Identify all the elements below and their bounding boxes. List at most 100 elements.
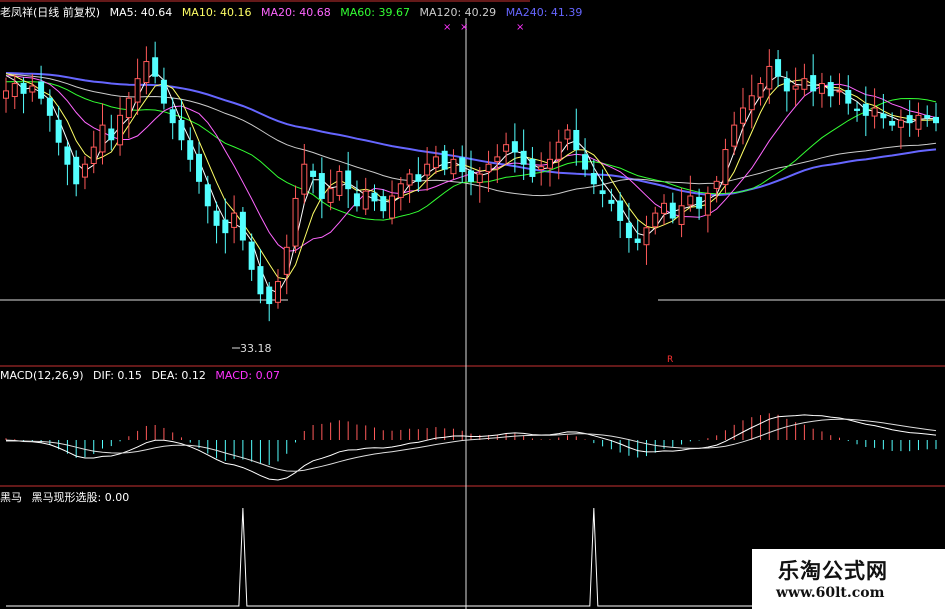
candle-body bbox=[748, 95, 755, 111]
macd-histogram bbox=[5, 413, 937, 481]
candle-body bbox=[643, 227, 650, 246]
candle-body bbox=[362, 190, 369, 210]
candle-body bbox=[274, 281, 281, 303]
price-panel-header: 老凤祥(日线 前复权) MA5: 40.64 MA10: 40.16 MA20:… bbox=[0, 4, 588, 20]
ma20-label: MA20: 40.68 bbox=[261, 6, 331, 19]
candle-body bbox=[196, 153, 203, 182]
candle-body bbox=[582, 154, 589, 170]
candle-body bbox=[696, 196, 703, 209]
candle-body bbox=[248, 241, 255, 270]
candle-body bbox=[722, 149, 729, 186]
candle-body bbox=[90, 146, 97, 164]
candle-body bbox=[432, 156, 439, 169]
candle-body bbox=[546, 158, 553, 169]
candle-body bbox=[468, 170, 474, 182]
candle-body bbox=[661, 202, 668, 214]
candle-body bbox=[906, 115, 913, 124]
candle-body bbox=[143, 61, 150, 84]
candle-body bbox=[801, 78, 808, 90]
candle-body bbox=[169, 109, 176, 124]
candle-body bbox=[915, 114, 922, 130]
candle-body bbox=[757, 83, 764, 98]
candle-body bbox=[503, 144, 510, 152]
signal-indicator-label: 黑马现形选股: 0.00 bbox=[31, 491, 130, 504]
candle-body bbox=[687, 195, 694, 206]
candle-body bbox=[125, 97, 132, 119]
candle-body bbox=[924, 115, 931, 119]
candle-body bbox=[538, 166, 545, 171]
candle-body bbox=[450, 158, 457, 175]
candle-body bbox=[731, 124, 738, 147]
candle-body bbox=[415, 174, 422, 182]
candle-body bbox=[775, 59, 782, 77]
candlesticks bbox=[3, 41, 939, 322]
signal-name: 黑马 bbox=[0, 491, 22, 504]
candle-body bbox=[485, 163, 492, 173]
candle-body bbox=[511, 141, 518, 153]
candle-body bbox=[933, 116, 939, 124]
candle-body bbox=[3, 90, 9, 99]
candle-body bbox=[239, 211, 246, 241]
dea-label: DEA: 0.12 bbox=[151, 369, 206, 382]
stock-name: 老凤祥(日线 前复权) bbox=[0, 6, 101, 19]
candle-body bbox=[318, 173, 325, 199]
candle-body bbox=[46, 97, 53, 116]
marker-x-3: × bbox=[516, 22, 524, 33]
candle-body bbox=[889, 120, 896, 126]
candle-body bbox=[441, 150, 448, 170]
candle-body bbox=[353, 193, 360, 207]
candle-body bbox=[555, 141, 562, 160]
candle-body bbox=[678, 205, 685, 225]
watermark-logo: 乐淘公式网 www.60lt.com bbox=[752, 549, 945, 609]
candle-body bbox=[204, 184, 211, 207]
candle-body bbox=[766, 65, 773, 90]
candle-body bbox=[231, 212, 238, 228]
candle-body bbox=[327, 188, 334, 203]
candle-body bbox=[292, 197, 299, 247]
candle-body bbox=[459, 157, 466, 173]
signal-panel-header: 黑马 黑马现形选股: 0.00 bbox=[0, 489, 135, 505]
candle-body bbox=[283, 246, 290, 275]
candle-body bbox=[38, 81, 45, 99]
candle-body bbox=[625, 222, 632, 239]
ma60-label: MA60: 39.67 bbox=[340, 6, 410, 19]
candle-body bbox=[11, 83, 18, 98]
candle-body bbox=[476, 173, 483, 183]
candle-body bbox=[310, 170, 317, 177]
candle-body bbox=[494, 156, 501, 163]
macd-name: MACD(12,26,9) bbox=[0, 369, 84, 382]
candle-body bbox=[810, 75, 817, 92]
candle-body bbox=[108, 128, 115, 141]
ma240-label: MA240: 41.39 bbox=[505, 6, 583, 19]
marker-r: R bbox=[667, 355, 673, 365]
candle-body bbox=[880, 113, 887, 119]
candle-body bbox=[29, 85, 36, 93]
candle-body bbox=[81, 163, 88, 178]
candle-body bbox=[301, 163, 308, 195]
candle-body bbox=[160, 79, 167, 104]
macd-value-label: MACD: 0.07 bbox=[215, 369, 281, 382]
candle-body bbox=[345, 170, 352, 190]
candle-body bbox=[836, 90, 843, 93]
candle-body bbox=[897, 119, 904, 128]
candle-body bbox=[590, 173, 597, 185]
candle-body bbox=[20, 82, 27, 94]
candle-body bbox=[845, 89, 852, 104]
candle-body bbox=[134, 78, 141, 103]
candle-body bbox=[669, 202, 676, 219]
candle-body bbox=[713, 180, 720, 189]
candle-body bbox=[371, 192, 378, 202]
watermark-url: www.60lt.com bbox=[776, 585, 885, 601]
low-price-label: 33.18 bbox=[240, 342, 272, 355]
candle-body bbox=[827, 82, 834, 97]
candle-body bbox=[739, 107, 746, 124]
candle-body bbox=[397, 183, 404, 198]
candle-body bbox=[652, 212, 659, 228]
dif-label: DIF: 0.15 bbox=[93, 369, 142, 382]
candle-body bbox=[73, 156, 80, 185]
marker-x-1: × bbox=[443, 22, 451, 33]
candle-body bbox=[213, 210, 220, 226]
candle-body bbox=[389, 195, 396, 219]
candle-body bbox=[187, 140, 194, 160]
candle-body bbox=[862, 103, 869, 116]
